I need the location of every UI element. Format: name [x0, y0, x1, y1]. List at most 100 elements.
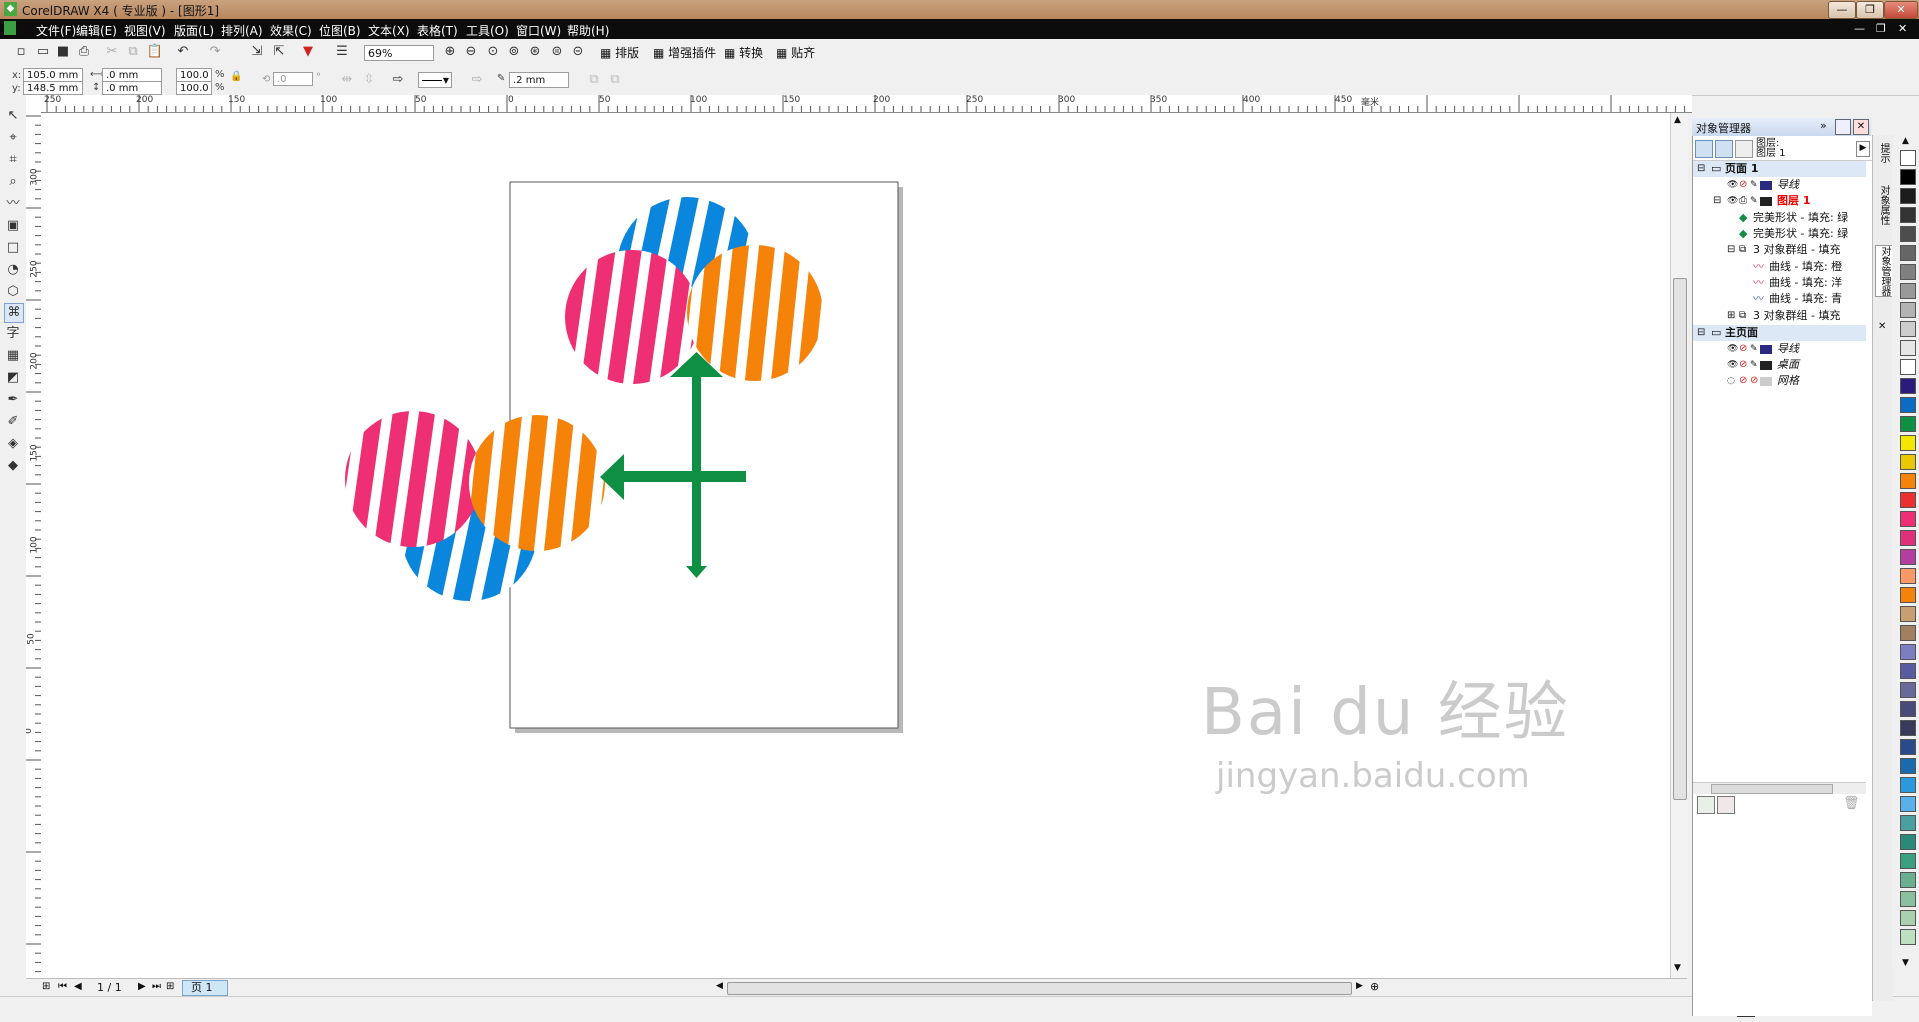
horizontal-ruler[interactable]: 250 200 150 100 50 0 50 100 150 200 250 … — [41, 95, 1692, 113]
scale-x-field[interactable]: 100.0 — [176, 68, 212, 82]
scroll-right-icon[interactable]: ▶ — [1356, 981, 1363, 991]
docker-close-icon[interactable]: ✕ — [1853, 119, 1869, 135]
palette-swatch[interactable] — [1900, 359, 1916, 375]
palette-swatch[interactable] — [1900, 587, 1916, 603]
welcome-icon[interactable]: ☰ — [333, 43, 351, 61]
smart-fill-icon[interactable]: ▣ — [4, 217, 22, 235]
palette-swatch[interactable] — [1900, 682, 1916, 698]
interactive-blend-icon[interactable]: ◩ — [4, 369, 22, 387]
application-launcher-icon[interactable]: ▼ — [299, 43, 317, 61]
scale-y-field[interactable]: 100.0 — [176, 81, 212, 95]
menu-help[interactable]: 帮助(H) — [567, 22, 609, 39]
palette-swatch[interactable] — [1900, 720, 1916, 736]
tabs-close-icon[interactable]: ✕ — [1878, 321, 1886, 332]
tree-item-curve[interactable]: 〰 曲线 - 填充: 青 — [1693, 291, 1866, 307]
menu-window[interactable]: 窗口(W) — [516, 22, 561, 39]
palette-swatch[interactable] — [1900, 663, 1916, 679]
outline-width-select[interactable]: .2 mm — [509, 72, 569, 88]
vertical-scrollbar[interactable]: ▲ ▼ — [1670, 113, 1688, 978]
menu-text[interactable]: 文本(X) — [368, 22, 410, 39]
shape-tool-icon[interactable]: ⌖ — [4, 129, 22, 147]
palette-swatch[interactable] — [1900, 701, 1916, 717]
tree-item-object[interactable]: ◆ 完美形状 - 填充: 绿 — [1693, 226, 1866, 242]
doc-close-button[interactable]: ✕ — [1898, 22, 1907, 35]
save-icon[interactable]: ■ — [54, 43, 72, 61]
menu-effects[interactable]: 效果(C) — [270, 22, 312, 39]
tree-item-group[interactable]: ⊟ ⧉ 3 对象群组 - 填充 — [1693, 242, 1866, 258]
zoom-level-select[interactable]: 69% — [364, 45, 434, 61]
palette-scroll-down-icon[interactable]: ▼ — [1902, 958, 1909, 968]
first-page-icon[interactable]: ⏮ — [58, 981, 67, 992]
palette-swatch[interactable] — [1900, 568, 1916, 584]
freehand-tool-icon[interactable]: 〰 — [4, 195, 22, 213]
horizontal-scroll-thumb[interactable] — [727, 982, 1352, 995]
rotation-angle-field[interactable]: .0 — [273, 72, 313, 86]
crop-tool-icon[interactable]: ⌗ — [4, 151, 22, 169]
plugin-layout-button[interactable]: ▦ 排版 — [600, 44, 639, 61]
fill-tool-icon[interactable]: ◈ — [4, 435, 22, 453]
palette-swatch[interactable] — [1900, 606, 1916, 622]
minimize-button[interactable]: — — [1828, 1, 1856, 19]
menu-edit[interactable]: 编辑(E) — [76, 22, 117, 39]
menu-tools[interactable]: 工具(O) — [466, 22, 509, 39]
tree-item-curve[interactable]: 〰 曲线 - 填充: 洋 — [1693, 275, 1866, 291]
palette-swatch[interactable] — [1900, 644, 1916, 660]
tree-item-layer[interactable]: 👁 ⊘ ✎ 导线 — [1693, 341, 1866, 357]
show-properties-icon[interactable] — [1695, 140, 1713, 158]
copy-icon[interactable]: ⧉ — [124, 43, 142, 61]
vertical-ruler[interactable]: 300 250 200 150 100 50 0 — [26, 112, 42, 978]
next-page-icon[interactable]: ▶ — [138, 981, 146, 992]
zoom-page-icon[interactable]: ⊛ — [526, 43, 544, 61]
start-arrow-icon[interactable]: ⇨ — [389, 71, 407, 89]
zoom-in-icon[interactable]: ⊕ — [441, 43, 459, 61]
open-icon[interactable]: ▭ — [34, 43, 52, 61]
y-position-field[interactable]: 148.5 mm — [23, 81, 83, 95]
docker-hscroll[interactable] — [1693, 782, 1866, 794]
palette-swatch[interactable] — [1900, 397, 1916, 413]
import-icon[interactable]: ⇲ — [248, 43, 266, 61]
plugin-snap-button[interactable]: ▦ 贴齐 — [776, 44, 815, 61]
layer-manager-view-icon[interactable] — [1735, 140, 1753, 158]
plugin-enhance-button[interactable]: ▦ 增强插件 — [653, 44, 716, 61]
tree-item-curve[interactable]: 〰 曲线 - 填充: 橙 — [1693, 259, 1866, 275]
palette-swatch[interactable] — [1900, 511, 1916, 527]
menu-view[interactable]: 视图(V) — [124, 22, 166, 39]
palette-swatch[interactable] — [1900, 891, 1916, 907]
doc-restore-button[interactable]: ❐ — [1876, 22, 1886, 35]
tree-item-layer-active[interactable]: ⊟ 👁 ⎙ ✎ 图层 1 — [1693, 193, 1866, 209]
undo-icon[interactable]: ↶ — [174, 43, 192, 61]
palette-swatch[interactable] — [1900, 929, 1916, 945]
palette-swatch[interactable] — [1900, 549, 1916, 565]
menu-table[interactable]: 表格(T) — [417, 22, 458, 39]
zoom-selected-icon[interactable]: ⊙ — [484, 43, 502, 61]
tree-item-group[interactable]: ⊞ ⧉ 3 对象群组 - 填充 — [1693, 308, 1866, 324]
zoom-tool-icon[interactable]: ⌕ — [4, 173, 22, 191]
menu-layout[interactable]: 版面(L) — [174, 22, 214, 39]
basic-shapes-tool-icon[interactable]: ⌘ — [4, 303, 24, 323]
ruler-origin[interactable] — [26, 95, 42, 113]
palette-swatch[interactable] — [1900, 245, 1916, 261]
width-field[interactable]: .0 mm — [102, 68, 162, 82]
tab-hints[interactable]: 提示 — [1876, 143, 1891, 163]
navigator-icon[interactable]: ⊕ — [1370, 980, 1379, 993]
interactive-fill-icon[interactable]: ◆ — [4, 457, 22, 475]
palette-swatch[interactable] — [1900, 758, 1916, 774]
tree-item-object[interactable]: ◆ 完美形状 - 填充: 绿 — [1693, 210, 1866, 226]
outline-tool-icon[interactable]: ✐ — [4, 413, 22, 431]
palette-swatch[interactable] — [1900, 815, 1916, 831]
new-icon[interactable]: ▫ — [12, 43, 30, 61]
last-page-icon[interactable]: ⏭ — [152, 981, 161, 992]
delete-icon[interactable]: 🗑 — [1843, 796, 1860, 811]
height-field[interactable]: .0 mm — [102, 81, 162, 95]
vertical-scroll-thumb[interactable] — [1673, 278, 1687, 800]
docker-collapse-icon[interactable]: » — [1820, 119, 1827, 132]
pick-tool-icon[interactable]: ↖ — [4, 107, 22, 125]
mirror-vertical-icon[interactable]: ⇳ — [360, 71, 378, 89]
palette-swatch[interactable] — [1900, 796, 1916, 812]
palette-swatch[interactable] — [1900, 378, 1916, 394]
ellipse-tool-icon[interactable]: ◔ — [4, 261, 22, 279]
palette-swatch[interactable] — [1900, 302, 1916, 318]
zoom-width-icon[interactable]: ⊜ — [548, 43, 566, 61]
palette-swatch[interactable] — [1900, 853, 1916, 869]
paste-icon[interactable]: 📋 — [146, 43, 164, 61]
